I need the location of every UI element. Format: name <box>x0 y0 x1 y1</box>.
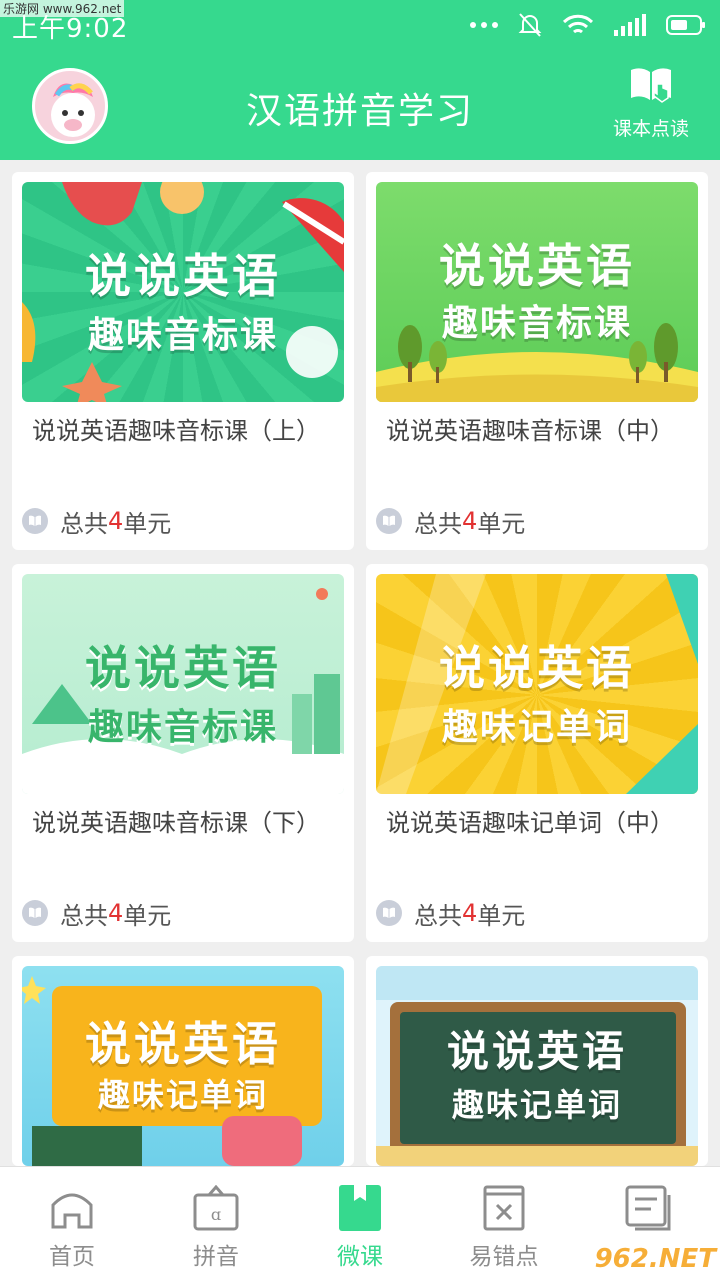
wifi-icon <box>562 14 594 34</box>
status-time: 上午9:02 <box>12 14 129 44</box>
cover-title-line1: 说说英语 <box>85 1017 281 1071</box>
status-icons <box>470 12 705 38</box>
course-card[interactable]: 说说英语 趣味记单词 说说英语趣味记单词（中） 总共 4 单元 <box>366 564 708 942</box>
app-header: 乐游网 www.962.net 上午9:02 汉语拼音学习 课本点读 <box>0 0 720 160</box>
course-card[interactable]: 说说英语 趣味音标课 说说英语趣味音标课（上） 总共 4 单元 <box>12 172 354 550</box>
unit-suffix: 单元 <box>477 901 526 930</box>
cover-title-line2: 趣味记单词 <box>451 1086 622 1124</box>
unit-number: 4 <box>462 507 478 535</box>
cover-title-line1: 说说英语 <box>446 1027 627 1076</box>
book-icon <box>22 508 48 534</box>
tab-home-label: 首页 <box>49 1244 95 1270</box>
textbook-reader-button[interactable]: 课本点读 <box>610 64 692 141</box>
cover-title-line1: 说说英语 <box>85 249 281 303</box>
cover-title-line1: 说说英语 <box>439 239 635 293</box>
course-cover: 说说英语 趣味音标课 <box>376 182 698 402</box>
cover-title-line1: 说说英语 <box>85 641 281 695</box>
tab-home[interactable]: 首页 <box>0 1167 144 1280</box>
course-title: 说说英语趣味音标课（下） <box>32 809 320 837</box>
unit-number: 4 <box>108 899 124 927</box>
textbook-reader-label: 课本点读 <box>612 118 689 140</box>
unit-prefix: 总共 <box>414 509 462 538</box>
course-title: 说说英语趣味记单词（中） <box>386 809 674 837</box>
tab-pinyin-label: 拼音 <box>193 1244 239 1270</box>
course-card[interactable]: 说说英语 趣味记单词 <box>12 956 354 1166</box>
course-card[interactable]: 说说英语 趣味记单词 <box>366 956 708 1166</box>
site-watermark: 962.NET <box>594 1244 716 1274</box>
mute-bell-icon <box>518 13 542 37</box>
mistake-icon <box>483 1185 525 1231</box>
pinyin-icon: ɑ <box>193 1185 239 1231</box>
tab-pinyin[interactable]: ɑ 拼音 <box>144 1167 288 1280</box>
cover-title-line2: 趣味记单词 <box>97 1076 268 1114</box>
more-dots-icon <box>470 22 498 28</box>
cover-title-line2: 趣味记单词 <box>441 707 632 748</box>
bottom-tab-bar: 首页 ɑ 拼音 微课 易错点 962.NET <box>0 1166 720 1280</box>
course-cover: 说说英语 趣味记单词 <box>376 966 698 1166</box>
course-cover: 说说英语 趣味音标课 <box>22 182 344 402</box>
cover-title-line2: 趣味音标课 <box>87 707 278 748</box>
book-icon <box>22 900 48 926</box>
bookmark-icon <box>339 1185 381 1231</box>
course-unit-count: 总共 4 单元 <box>376 898 526 930</box>
svg-text:ɑ: ɑ <box>211 1205 221 1224</box>
unit-prefix: 总共 <box>60 901 108 930</box>
cover-title-line2: 趣味音标课 <box>441 303 632 344</box>
course-cover: 说说英语 趣味记单词 <box>22 966 344 1166</box>
signal-icon <box>614 14 646 36</box>
home-icon <box>51 1193 93 1229</box>
course-unit-count: 总共 4 单元 <box>376 506 526 538</box>
unit-suffix: 单元 <box>123 509 172 538</box>
tab-mistakes-label: 易错点 <box>469 1244 539 1270</box>
unit-suffix: 单元 <box>477 509 526 538</box>
course-unit-count: 总共 4 单元 <box>22 898 172 930</box>
open-book-touch-icon <box>631 68 671 103</box>
unit-prefix: 总共 <box>414 901 462 930</box>
course-title: 说说英语趣味音标课（上） <box>32 417 320 445</box>
status-bar: 上午9:02 <box>0 0 720 52</box>
course-cover: 说说英语 趣味记单词 <box>376 574 698 794</box>
course-card[interactable]: 说说英语 趣味音标课 说说英语趣味音标课（下） 总共 4 单元 <box>12 564 354 942</box>
course-card[interactable]: 说说英语 趣味音标课 说说英语趣味音标课（中） 总共 4 单元 <box>366 172 708 550</box>
unit-number: 4 <box>462 899 478 927</box>
course-unit-count: 总共 4 单元 <box>22 506 172 538</box>
tab-mistakes[interactable]: 易错点 <box>432 1167 576 1280</box>
cover-title-line1: 说说英语 <box>439 641 635 695</box>
cover-title-line2: 趣味音标课 <box>87 315 278 356</box>
course-title: 说说英语趣味音标课（中） <box>386 417 674 445</box>
unit-prefix: 总共 <box>60 509 108 538</box>
notes-icon <box>625 1185 671 1231</box>
book-icon <box>376 900 402 926</box>
tab-microlesson-label: 微课 <box>337 1244 383 1270</box>
tab-microlesson[interactable]: 微课 <box>288 1167 432 1280</box>
unit-suffix: 单元 <box>123 901 172 930</box>
course-cover: 说说英语 趣味音标课 <box>22 574 344 794</box>
unit-number: 4 <box>108 507 124 535</box>
battery-icon <box>666 15 705 35</box>
book-icon <box>376 508 402 534</box>
